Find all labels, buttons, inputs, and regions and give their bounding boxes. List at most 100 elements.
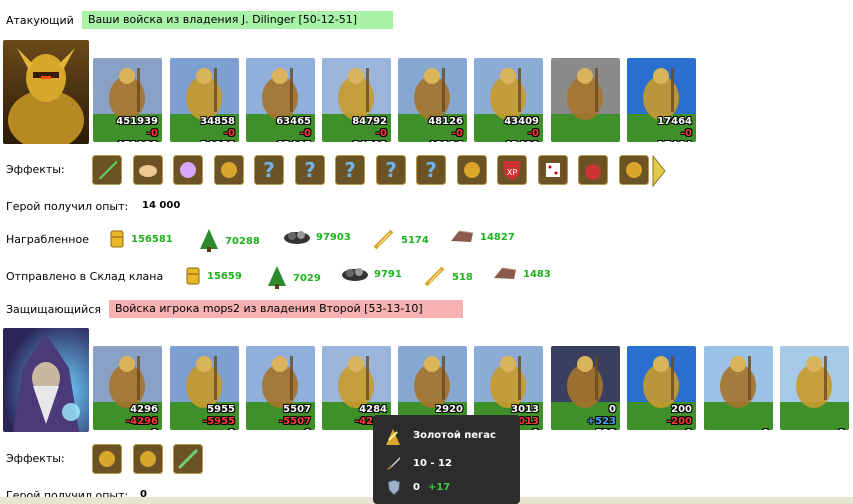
unit-count-bot: 43409 (504, 140, 539, 142)
unit-card[interactable]: 200-2000 (627, 346, 696, 430)
unit-count-mid: -200 (666, 416, 692, 427)
wand-icon[interactable] (173, 444, 203, 474)
xp-shield-icon[interactable]: XP (497, 155, 527, 185)
unit-count-bot: 0 (228, 428, 235, 430)
tooltip-defense: 0 +17 (413, 482, 450, 493)
shield-swap-icon[interactable] (92, 444, 122, 474)
resource-value: 14827 (480, 232, 515, 243)
unit-count-top: 2920 (435, 404, 463, 415)
unit-card[interactable]: 0 (704, 346, 773, 430)
unit-count-bot: 0 (762, 428, 769, 430)
unit-count-bot: 0 (838, 428, 845, 430)
svg-text:XP: XP (507, 168, 517, 177)
heart-flask-icon[interactable] (578, 155, 608, 185)
unit-card[interactable]: 84792-084792 (322, 58, 391, 142)
wood-icon (198, 227, 220, 256)
stone-icon (492, 264, 518, 285)
resource-value: 70288 (225, 236, 260, 247)
dice-icon[interactable] (537, 155, 568, 185)
unit-card[interactable]: 0 (780, 346, 849, 430)
svg-text:?: ? (263, 158, 275, 182)
unit-count-top: 34858 (200, 116, 235, 127)
unit-count-top: 84792 (352, 116, 387, 127)
unit-count-top: 3013 (511, 404, 539, 415)
tools-icon[interactable] (618, 155, 649, 185)
unit-count-mid: -5507 (279, 416, 311, 427)
loot-label: Награбленное (6, 233, 89, 246)
tooltip-defense-value: 0 (413, 482, 420, 493)
unit-count-top: 4284 (359, 404, 387, 415)
svg-text:?: ? (425, 158, 437, 182)
unit-count-mid: -0 (299, 128, 311, 139)
stone-icon (449, 227, 475, 248)
clan-storage-label: Отправлено в Склад клана (6, 270, 164, 283)
gears-icon[interactable] (213, 155, 244, 185)
resource-item: 15659 (184, 264, 242, 289)
question-icon[interactable]: ? (375, 155, 406, 185)
resource-value: 7029 (293, 273, 321, 284)
unit-count-mid: -4296 (126, 416, 158, 427)
unit-count-mid: -0 (146, 128, 158, 139)
question-icon[interactable]: ? (416, 155, 446, 185)
unit-count-mid: -0 (375, 128, 387, 139)
unit-card[interactable]: 34858-034858 (170, 58, 239, 142)
fist-icon[interactable] (173, 155, 203, 185)
attacker-label: Атакующий (6, 14, 74, 27)
sword-icon[interactable] (92, 155, 122, 185)
skull-swap-icon[interactable] (132, 444, 163, 474)
unit-card[interactable]: 0+523523 (551, 346, 620, 430)
wood-icon (266, 264, 288, 293)
unit-card[interactable]: 48126-048126 (398, 58, 467, 142)
ore-icon (341, 264, 369, 285)
unit-count-top: 17464 (657, 116, 692, 127)
resource-item: 9791 (341, 264, 402, 285)
resource-item: 14827 (449, 227, 515, 248)
defense-shield-icon (387, 479, 401, 499)
unit-card[interactable]: 5955-59550 (170, 346, 239, 430)
unit-card[interactable]: 63465-063465 (246, 58, 315, 142)
resource-item: 97903 (283, 227, 351, 248)
attacker-banner[interactable]: Ваши войска из владения J. Dilinger [50-… (82, 11, 393, 29)
question-icon[interactable]: ? (294, 155, 325, 185)
unit-count-bot: 0 (685, 428, 692, 430)
resource-item: 7029 (266, 264, 321, 293)
attacker-xp-value: 14 000 (142, 200, 181, 211)
effects-scroll-arrow-icon[interactable] (652, 154, 666, 190)
unit-count-mid: +523 (586, 416, 616, 427)
unit-count-mid: -5955 (203, 416, 235, 427)
resource-value: 97903 (316, 232, 351, 243)
question-icon[interactable]: ? (254, 155, 284, 185)
resource-value: 5174 (401, 235, 429, 246)
unit-count-bot: 84792 (352, 140, 387, 142)
handshake-icon[interactable] (132, 155, 163, 185)
unit-count-bot: 63465 (276, 140, 311, 142)
unit-count-bot: 451939 (116, 140, 158, 142)
unit-count-top: 48126 (428, 116, 463, 127)
unit-count-top: 4296 (130, 404, 158, 415)
unit-card[interactable]: 17464-017464 (627, 58, 696, 142)
unit-count-bot: 34858 (200, 140, 235, 142)
unit-count-top: 63465 (276, 116, 311, 127)
resource-item: 1483 (492, 264, 551, 285)
resource-value: 156581 (131, 234, 173, 245)
unit-card[interactable]: 451939-0451939 (93, 58, 162, 142)
unit-card[interactable]: 5507-55070 (246, 346, 315, 430)
unit-card[interactable]: 4296-42960 (93, 346, 162, 430)
unit-count-mid: -0 (223, 128, 235, 139)
unit-card[interactable]: 43409-043409 (474, 58, 543, 142)
svg-text:?: ? (344, 158, 356, 182)
coins-icon[interactable] (456, 155, 487, 185)
unit-card[interactable] (551, 58, 620, 142)
defender-hero-portrait[interactable] (3, 328, 89, 432)
unit-count-mid: -0 (451, 128, 463, 139)
resource-item: 156581 (108, 227, 173, 252)
attacker-hero-portrait[interactable] (3, 40, 89, 144)
unit-count-bot: 17464 (657, 140, 692, 142)
unit-count-top: 451939 (116, 116, 158, 127)
resource-item: 5174 (372, 227, 429, 254)
unit-count-bot: 0 (532, 428, 539, 430)
resource-value: 15659 (207, 271, 242, 282)
golden-pegasus-icon (383, 426, 403, 451)
question-icon[interactable]: ? (335, 155, 365, 185)
defender-banner[interactable]: Войска игрока mops2 из владения Второй [… (109, 300, 463, 318)
